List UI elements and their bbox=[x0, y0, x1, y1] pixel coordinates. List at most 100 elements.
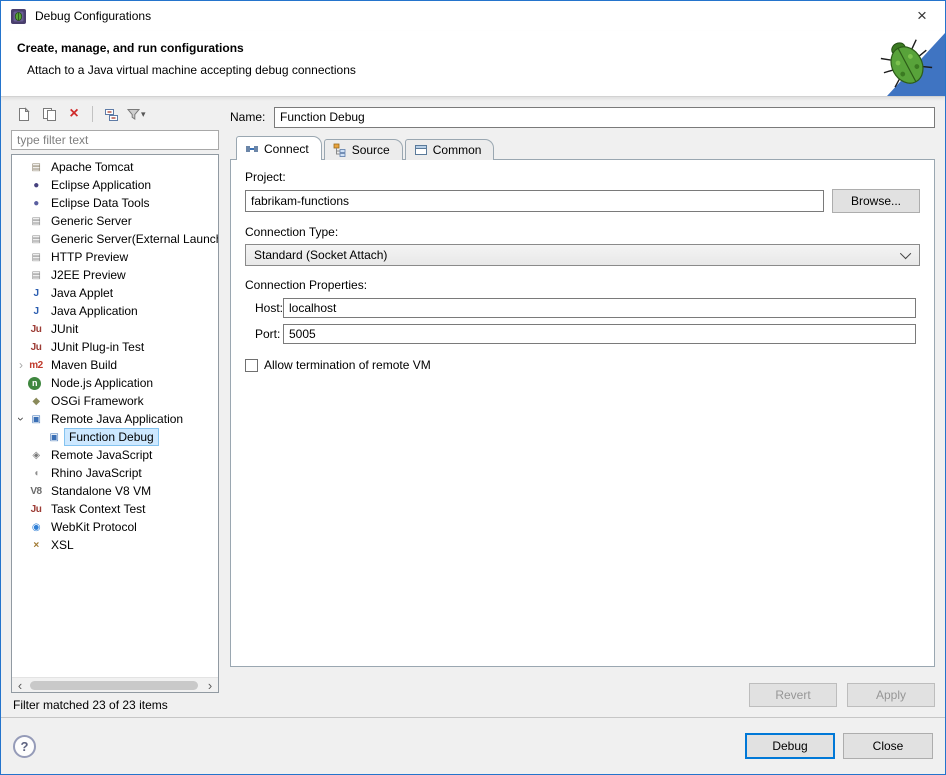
tree-item-node-js-application[interactable]: nNode.js Application bbox=[12, 374, 218, 392]
tree-item-webkit-protocol[interactable]: ◉WebKit Protocol bbox=[12, 518, 218, 536]
tree-item-maven-build[interactable]: ›m2Maven Build bbox=[12, 356, 218, 374]
debug-button[interactable]: Debug bbox=[745, 733, 835, 759]
maven-build-icon: m2 bbox=[28, 357, 44, 373]
tree-item-label: Generic Server bbox=[47, 213, 136, 229]
tree-item-function-debug[interactable]: ▣Function Debug bbox=[12, 428, 218, 446]
allow-termination-label: Allow termination of remote VM bbox=[264, 358, 431, 372]
tree-item-label: Maven Build bbox=[47, 357, 121, 373]
tree-item-label: Apache Tomcat bbox=[47, 159, 138, 175]
tree-item-label: Eclipse Data Tools bbox=[47, 195, 154, 211]
tab-common[interactable]: Common bbox=[405, 139, 495, 160]
connection-type-label: Connection Type: bbox=[245, 225, 920, 239]
tab-connect[interactable]: Connect bbox=[236, 136, 322, 160]
new-configuration-icon[interactable] bbox=[13, 103, 35, 125]
scrollbar-thumb[interactable] bbox=[30, 681, 198, 690]
standalone-v8-icon: V8 bbox=[28, 483, 44, 499]
filter-icon[interactable]: ▾ bbox=[125, 103, 148, 125]
junit-plugin-test-icon: Ju bbox=[28, 339, 44, 355]
window-title: Debug Configurations bbox=[35, 9, 905, 23]
duplicate-configuration-icon[interactable] bbox=[38, 103, 60, 125]
horizontal-scrollbar[interactable]: ‹ › bbox=[12, 677, 218, 692]
java-application-icon: J bbox=[28, 303, 44, 319]
tree-item-task-context-test[interactable]: JuTask Context Test bbox=[12, 500, 218, 518]
tree-item-junit[interactable]: JuJUnit bbox=[12, 320, 218, 338]
scroll-left-icon[interactable]: ‹ bbox=[12, 679, 28, 692]
tree-item-remote-javascript[interactable]: ◈Remote JavaScript bbox=[12, 446, 218, 464]
tree-item-junit-plug-in-test[interactable]: JuJUnit Plug-in Test bbox=[12, 338, 218, 356]
delete-configuration-icon[interactable]: × bbox=[63, 103, 85, 125]
remote-javascript-icon: ◈ bbox=[28, 447, 44, 463]
tree-item-remote-java-application[interactable]: ›▣Remote Java Application bbox=[12, 410, 218, 428]
tree-item-label: XSL bbox=[47, 537, 78, 553]
bottom-bar: ? Debug Close bbox=[1, 717, 945, 774]
help-icon[interactable]: ? bbox=[13, 735, 36, 758]
main-panel: Name: Connect bbox=[230, 98, 935, 717]
revert-button[interactable]: Revert bbox=[749, 683, 837, 707]
connect-tab-icon bbox=[245, 142, 259, 156]
apply-button[interactable]: Apply bbox=[847, 683, 935, 707]
tree-item-label: Function Debug bbox=[65, 429, 158, 445]
dialog-body: × ▾ bbox=[1, 98, 945, 717]
connection-properties-label: Connection Properties: bbox=[245, 278, 920, 292]
filter-input[interactable] bbox=[11, 130, 219, 150]
tree-panel: ▤Apache Tomcat●Eclipse Application●Eclip… bbox=[11, 154, 219, 693]
collapse-all-icon[interactable] bbox=[100, 103, 122, 125]
osgi-framework-icon: ◆ bbox=[28, 393, 44, 409]
eclipse-data-tools-icon: ● bbox=[28, 195, 44, 211]
tree-item-label: Generic Server(External Launch) bbox=[47, 231, 218, 247]
tab-bar: Connect Source Common bbox=[230, 136, 935, 160]
project-input[interactable] bbox=[245, 190, 824, 212]
java-applet-icon: J bbox=[28, 285, 44, 301]
tree-item-java-applet[interactable]: JJava Applet bbox=[12, 284, 218, 302]
junit-icon: Ju bbox=[28, 321, 44, 337]
name-input[interactable] bbox=[274, 107, 935, 128]
tree-item-generic-server-external-launch[interactable]: ▤Generic Server(External Launch) bbox=[12, 230, 218, 248]
close-button[interactable]: Close bbox=[843, 733, 933, 759]
browse-button[interactable]: Browse... bbox=[832, 189, 920, 213]
sidebar-toolbar: × ▾ bbox=[11, 98, 219, 128]
close-icon[interactable]: × bbox=[905, 3, 939, 29]
eclipse-application-icon: ● bbox=[28, 177, 44, 193]
source-tab-icon bbox=[333, 143, 347, 157]
port-row: Port: bbox=[245, 324, 920, 344]
tree-item-generic-server[interactable]: ▤Generic Server bbox=[12, 212, 218, 230]
host-label: Host: bbox=[245, 301, 283, 315]
tree-item-label: Eclipse Application bbox=[47, 177, 155, 193]
allow-termination-checkbox[interactable] bbox=[245, 359, 258, 372]
tree-item-apache-tomcat[interactable]: ▤Apache Tomcat bbox=[12, 158, 218, 176]
config-tree: ▤Apache Tomcat●Eclipse Application●Eclip… bbox=[12, 155, 218, 677]
tree-item-eclipse-application[interactable]: ●Eclipse Application bbox=[12, 176, 218, 194]
host-row: Host: bbox=[245, 298, 920, 318]
tab-source[interactable]: Source bbox=[324, 139, 403, 160]
project-row: Browse... bbox=[245, 189, 920, 213]
rhino-javascript-icon: ◖ bbox=[28, 465, 44, 481]
port-input[interactable] bbox=[283, 324, 916, 344]
tree-item-http-preview[interactable]: ▤HTTP Preview bbox=[12, 248, 218, 266]
chevron-down-icon: ▾ bbox=[141, 109, 146, 120]
tree-item-java-application[interactable]: JJava Application bbox=[12, 302, 218, 320]
tree-item-eclipse-data-tools[interactable]: ●Eclipse Data Tools bbox=[12, 194, 218, 212]
scroll-right-icon[interactable]: › bbox=[202, 679, 218, 692]
webkit-protocol-icon: ◉ bbox=[28, 519, 44, 535]
chevron-expanded-icon[interactable]: › bbox=[14, 412, 28, 426]
banner-subtitle: Attach to a Java virtual machine accepti… bbox=[1, 55, 945, 77]
allow-termination-row: Allow termination of remote VM bbox=[245, 358, 920, 372]
xsl-icon: × bbox=[28, 537, 44, 553]
tree-item-osgi-framework[interactable]: ◆OSGi Framework bbox=[12, 392, 218, 410]
tree-item-xsl[interactable]: ×XSL bbox=[12, 536, 218, 554]
http-preview-icon: ▤ bbox=[28, 249, 44, 265]
banner-title: Create, manage, and run configurations bbox=[1, 31, 945, 55]
connection-type-select[interactable]: Standard (Socket Attach) bbox=[245, 244, 920, 266]
tree-item-label: Rhino JavaScript bbox=[47, 465, 146, 481]
tree-item-label: WebKit Protocol bbox=[47, 519, 141, 535]
tree-item-standalone-v8-vm[interactable]: V8Standalone V8 VM bbox=[12, 482, 218, 500]
debug-configurations-dialog: Debug Configurations × Create, manage, a… bbox=[0, 0, 946, 775]
tree-item-j2ee-preview[interactable]: ▤J2EE Preview bbox=[12, 266, 218, 284]
tree-item-label: J2EE Preview bbox=[47, 267, 130, 283]
project-label: Project: bbox=[245, 170, 920, 184]
tree-item-rhino-javascript[interactable]: ◖Rhino JavaScript bbox=[12, 464, 218, 482]
tab-connect-label: Connect bbox=[264, 142, 309, 156]
host-input[interactable] bbox=[283, 298, 916, 318]
chevron-collapsed-icon[interactable]: › bbox=[14, 358, 28, 372]
tab-common-label: Common bbox=[433, 143, 482, 157]
